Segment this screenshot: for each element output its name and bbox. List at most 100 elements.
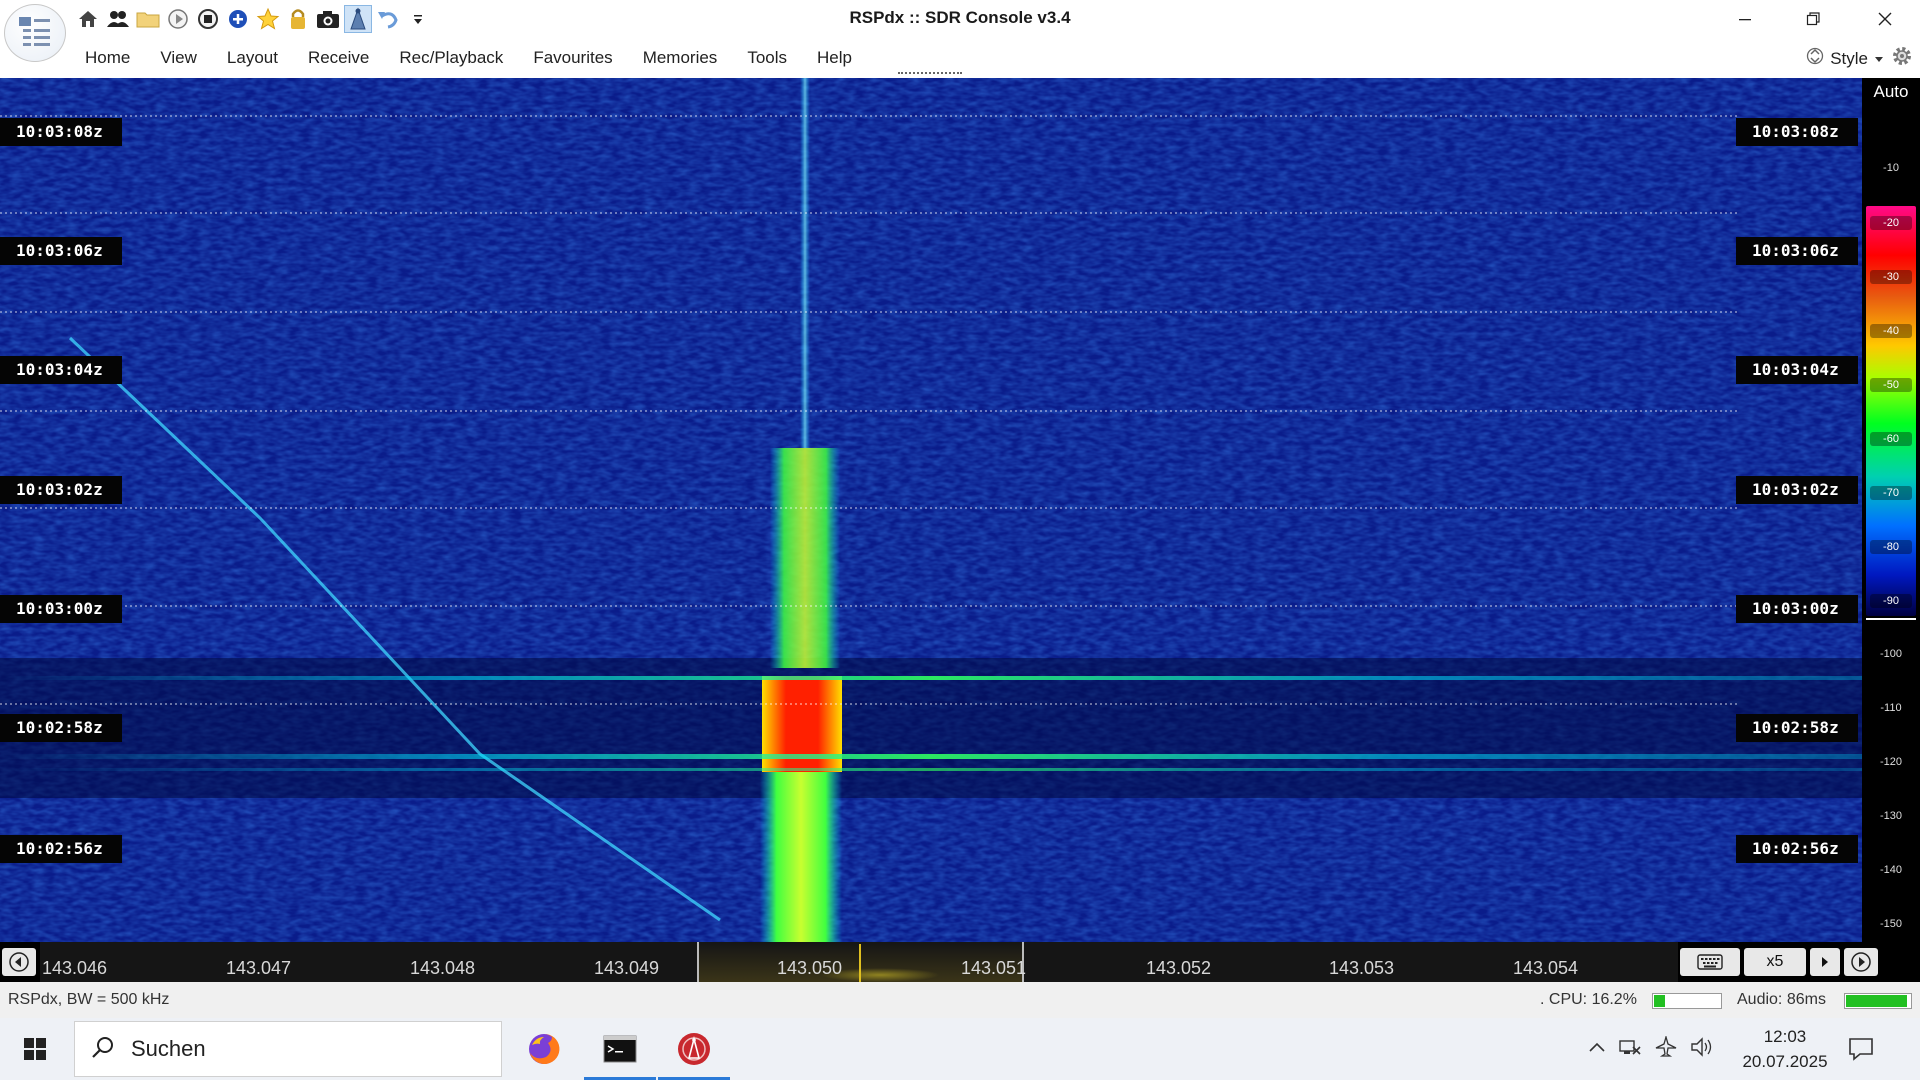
settings-gear-icon[interactable] [1890,44,1914,73]
scale-tick-label: -50 [1862,378,1920,392]
sdr-console-window: RSPdx :: SDR Console v3.4 Home View Layo… [0,0,1920,1080]
scale-tick-label: -90 [1862,594,1920,608]
camera-icon[interactable] [314,5,342,33]
frequency-label: 143.046 [42,958,108,978]
chevron-up-icon[interactable] [1588,1040,1606,1058]
timestamp-left: 10:02:56z [0,835,122,863]
zoom-dropdown-arrow-icon[interactable] [1810,948,1840,976]
terminal-icon[interactable] [584,1018,656,1080]
timestamp-right: 10:03:06z [1736,237,1858,265]
timestamp-left: 10:03:08z [0,118,122,146]
undo-icon[interactable] [374,5,402,33]
app-menu-icon[interactable] [4,4,66,62]
audio-meter [1844,993,1912,1009]
tuned-frequency-marker[interactable] [859,944,861,982]
system-tray [1588,1018,1714,1080]
menu-rec-playback[interactable]: Rec/Playback [384,46,518,70]
sdr-console-icon[interactable] [658,1018,730,1080]
scale-auto-button[interactable]: Auto [1862,82,1920,102]
scale-tick-label: -140 [1879,864,1903,876]
cpu-meter-fill [1654,995,1665,1007]
folder-icon[interactable] [134,5,162,33]
scale-tick-label: -40 [1862,324,1920,338]
taskbar-clock[interactable]: 12:03 20.07.2025 [1735,1024,1835,1074]
menu-favourites[interactable]: Favourites [518,46,627,70]
audio-meter-fill [1846,995,1907,1007]
frequency-bar: 143.046 143.047 143.048 143.049 143.050 … [0,942,1920,982]
style-menu[interactable]: Style [1830,49,1868,69]
scale-tick-label: -130 [1879,810,1903,822]
frequency-label: 143.050 [777,958,843,978]
zoom-dropdown[interactable]: x5 [1744,948,1806,976]
timestamp-left: 10:03:00z [0,595,122,623]
scale-tick-label: -10 [1883,162,1899,174]
timestamp-right: 10:02:58z [1736,714,1858,742]
frequency-label: 143.054 [1513,958,1579,978]
zoom-level: x5 [1766,953,1784,970]
customize-dropdown-icon[interactable] [404,5,432,33]
lock-icon[interactable] [284,5,312,33]
taskbar: Suchen 12:03 20.07.2025 [0,1018,1920,1080]
firefox-icon[interactable] [508,1018,580,1080]
star-icon[interactable] [254,5,282,33]
keyboard-entry-button[interactable] [1680,948,1740,976]
network-disconnected-icon[interactable] [1618,1037,1642,1062]
volume-icon[interactable] [1690,1036,1714,1062]
waterfall-spectrogram [0,78,1862,942]
menu-home[interactable]: Home [70,46,145,70]
timestamp-left: 10:03:04z [0,356,122,384]
scale-tick-label: -100 [1879,648,1903,660]
users-icon[interactable] [104,5,132,33]
frequency-label: 143.047 [226,958,292,978]
audio-status: Audio: 86ms [1737,991,1826,1008]
taskbar-search-box[interactable]: Suchen [74,1021,502,1077]
scale-tick-label: -20 [1862,216,1920,230]
clock-time: 12:03 [1763,1027,1807,1046]
minimize-button[interactable] [1712,0,1778,38]
play-icon[interactable] [164,5,192,33]
add-icon[interactable] [224,5,252,33]
timestamp-left: 10:02:58z [0,714,122,742]
airplane-mode-icon[interactable] [1654,1034,1678,1063]
timestamp-right: 10:03:08z [1736,118,1858,146]
level-scale[interactable]: Auto -10 -20 -30 -40 -50 -60 -70 -80 -90… [1862,78,1920,942]
menu-receive[interactable]: Receive [293,46,384,70]
cpu-status: . CPU: 16.2% [1540,991,1637,1008]
frequency-label: 143.051 [961,958,1027,978]
menu-layout[interactable]: Layout [212,46,293,70]
scale-tick-label: -80 [1862,540,1920,554]
close-button[interactable] [1852,0,1918,38]
windows-start-icon[interactable] [0,1018,70,1080]
notification-center-icon[interactable] [1845,1033,1877,1065]
search-placeholder: Suchen [131,1036,206,1061]
menu-view[interactable]: View [145,46,212,70]
frequency-label: 143.052 [1146,958,1212,978]
radio-status: RSPdx, BW = 500 kHz [8,991,170,1008]
waterfall-display[interactable]: 10:03:08z 10:03:06z 10:03:04z 10:03:02z … [0,78,1862,942]
timestamp-left: 10:03:06z [0,237,122,265]
status-bar: RSPdx, BW = 500 kHz . CPU: 16.2% Audio: … [0,982,1920,1018]
scroll-right-button[interactable] [1844,948,1878,976]
color-scale-bar[interactable] [1866,206,1916,616]
frequency-label: 143.049 [594,958,660,978]
stop-icon[interactable] [194,5,222,33]
menu-help[interactable]: Help [802,46,867,70]
scale-tick-label: -70 [1862,486,1920,500]
frequency-axis[interactable]: 143.046 143.047 143.048 143.049 143.050 … [40,942,1678,982]
style-dropdown-icon[interactable] [1874,49,1884,69]
menu-memories[interactable]: Memories [628,46,733,70]
scroll-left-button[interactable] [2,948,36,976]
scale-tick-label: -30 [1862,270,1920,284]
home-icon[interactable] [74,5,102,33]
menu-tools[interactable]: Tools [732,46,802,70]
ribbon-collapse-handle[interactable] [898,72,962,74]
antenna-icon[interactable] [344,5,372,33]
collapse-ribbon-icon[interactable] [1806,45,1824,72]
scale-divider [1866,618,1916,620]
timestamp-left: 10:03:02z [0,476,122,504]
title-bar: RSPdx :: SDR Console v3.4 [0,0,1920,62]
restore-button[interactable] [1780,0,1846,38]
quick-access-toolbar [74,4,432,34]
frequency-label: 143.048 [410,958,476,978]
scale-tick-label: -150 [1879,918,1903,930]
